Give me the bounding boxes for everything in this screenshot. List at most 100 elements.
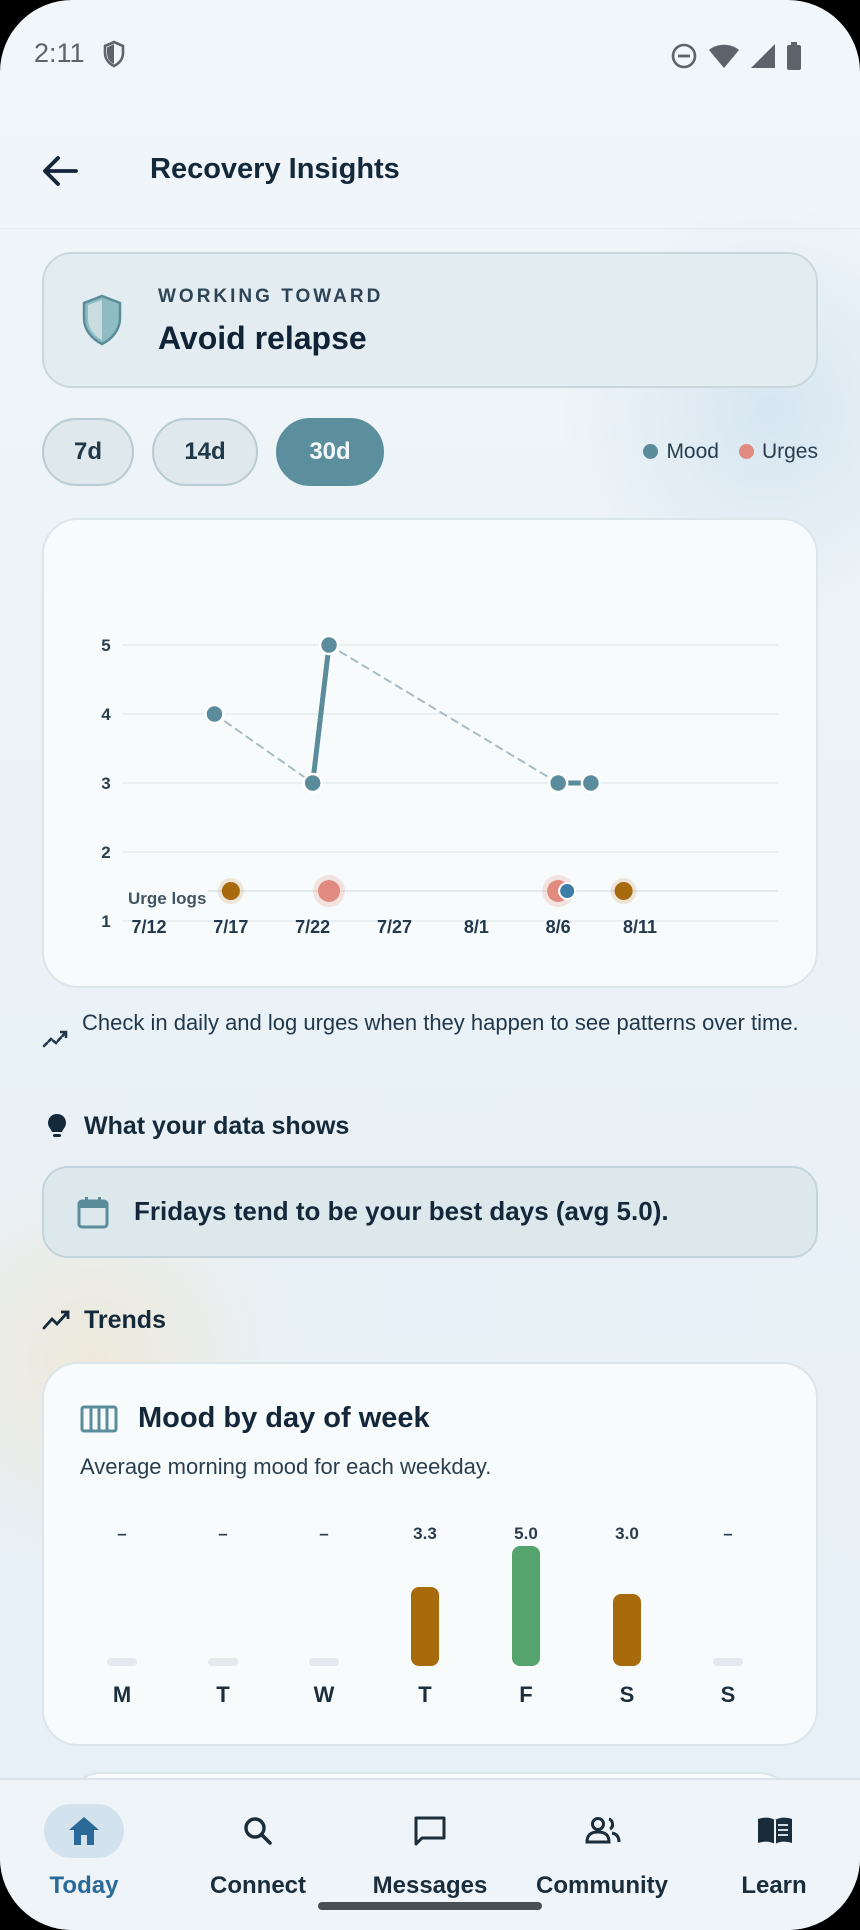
- weekday-label: M: [112, 1682, 132, 1707]
- mood-line-segment: [213, 713, 314, 784]
- trends-section-title: Trends: [84, 1306, 166, 1334]
- urge-point: [221, 882, 240, 900]
- x-tick-label: 7/27: [377, 917, 412, 937]
- weekday-value-label: –: [319, 1524, 329, 1543]
- urge-dot-icon: [738, 444, 754, 459]
- weekday-label: T: [418, 1682, 432, 1707]
- weekday-bar-empty: [713, 1658, 743, 1666]
- weekday-bar: [411, 1586, 439, 1666]
- data-section-title: What your data shows: [84, 1112, 350, 1140]
- weekday-label: T: [216, 1682, 230, 1707]
- mood-point: [302, 772, 323, 794]
- legend-mood: Mood: [643, 440, 719, 464]
- weekday-label: F: [519, 1682, 533, 1707]
- weekday-column: – S: [678, 1514, 778, 1724]
- x-tick-label: 8/1: [464, 917, 489, 937]
- search-icon: [244, 1817, 272, 1845]
- wifi-icon: [709, 44, 739, 68]
- weekday-bar-empty: [309, 1658, 339, 1666]
- nav-community-label: Community: [536, 1872, 668, 1899]
- nav-messages-label: Messages: [372, 1872, 488, 1899]
- y-tick-label: 3: [101, 774, 110, 793]
- battery-icon: [787, 42, 801, 70]
- x-tick-label: 7/12: [131, 917, 166, 937]
- status-icons: [670, 42, 802, 70]
- urge-row-label: Urge logs: [128, 889, 206, 908]
- weekday-column: 3.3 T: [375, 1514, 475, 1724]
- dnd-icon: [671, 43, 697, 69]
- message-icon: [414, 1816, 446, 1846]
- nav-learn-label: Learn: [741, 1872, 807, 1899]
- legend-urges-label: Urges: [761, 440, 818, 463]
- weekday-bar: [512, 1546, 540, 1666]
- weekday-value-label: 3.0: [615, 1524, 639, 1543]
- mood-point: [580, 772, 602, 794]
- book-icon: [758, 1817, 792, 1844]
- home-icon: [69, 1817, 99, 1845]
- trending-up-icon: [42, 1030, 68, 1048]
- status-time: 2:11: [34, 38, 85, 68]
- weekday-card-subtitle: Average morning mood for each weekday.: [80, 1454, 492, 1479]
- mood-urge-chart: 1 2 3 4 5 Urge logs 7/12 7/17 7/22 7/27 8/1 8/6 8/11: [101, 634, 778, 937]
- lightbulb-icon: [48, 1114, 66, 1137]
- weekday-value-label: 5.0: [514, 1524, 538, 1543]
- mood-by-weekday-card: Mood by day of week Average morning mood…: [42, 1362, 818, 1746]
- weekday-value-label: –: [117, 1524, 127, 1543]
- weekday-column: – W: [274, 1514, 374, 1724]
- weekday-value-label: –: [723, 1524, 733, 1543]
- mood-urge-chart-card: 1 2 3 4 5 Urge logs 7/12 7/17 7/22 7/27 8/1 8/6 8/11: [42, 518, 818, 988]
- page-title: Recovery Insights: [150, 153, 400, 185]
- phone-screen: 2:11 Recovery Insights WORKING TOWARD Av…: [0, 0, 860, 1930]
- legend-urges: Urges: [738, 440, 818, 464]
- urge-point: [318, 880, 341, 902]
- mood-point: [547, 772, 569, 794]
- status-bar: 2:11: [0, 30, 860, 80]
- weekday-bar-empty: [107, 1658, 137, 1666]
- range-14d-button[interactable]: 14d: [152, 418, 258, 486]
- goal-text: Avoid relapse: [158, 320, 367, 356]
- nav-today-label: Today: [49, 1872, 119, 1899]
- calendar-icon: [77, 1197, 109, 1229]
- weekday-column: – M: [72, 1514, 172, 1724]
- mood-point: [204, 703, 225, 725]
- back-arrow-icon[interactable]: [38, 149, 82, 193]
- mood-point: [318, 634, 340, 656]
- people-icon: [585, 1817, 621, 1844]
- signal-icon: [751, 44, 775, 68]
- trending-up-icon: [42, 1310, 70, 1330]
- y-tick-label: 2: [101, 843, 110, 862]
- x-tick-label: 8/6: [546, 917, 571, 937]
- weekday-column: – T: [173, 1514, 273, 1724]
- weekday-card-title: Mood by day of week: [138, 1402, 430, 1434]
- urge-point: [614, 882, 633, 900]
- weekday-value-label: –: [218, 1524, 228, 1543]
- gesture-home-bar[interactable]: [318, 1902, 542, 1910]
- x-tick-label: 7/17: [213, 917, 248, 937]
- goal-card: WORKING TOWARD Avoid relapse: [42, 252, 818, 388]
- insight-text: Fridays tend to be your best days (avg 5…: [134, 1196, 669, 1226]
- mood-marker-on-urge-row: [558, 882, 577, 900]
- nav-connect-label: Connect: [210, 1872, 306, 1899]
- y-tick-label: 5: [101, 636, 110, 655]
- legend-mood-label: Mood: [666, 440, 719, 463]
- range-7d-button[interactable]: 7d: [42, 418, 134, 486]
- weekday-label: S: [720, 1682, 736, 1707]
- weekday-value-label: 3.3: [413, 1524, 437, 1543]
- view-week-icon: [80, 1405, 118, 1433]
- shield-icon: [82, 294, 122, 346]
- insight-card: Fridays tend to be your best days (avg 5…: [42, 1166, 818, 1258]
- x-tick-label: 8/11: [623, 917, 657, 937]
- chart-legend: Mood Urges: [643, 440, 818, 464]
- weekday-label: S: [619, 1682, 635, 1707]
- shield-status-icon: [103, 40, 125, 68]
- hint-text: Check in daily and log urges when they h…: [82, 1010, 799, 1035]
- app-header: Recovery Insights: [0, 135, 860, 215]
- y-tick-label: 4: [101, 705, 111, 724]
- mood-dot-icon: [643, 444, 659, 459]
- x-tick-label: 7/22: [295, 917, 330, 937]
- range-30d-button[interactable]: 30d: [276, 418, 384, 486]
- header-divider: [0, 228, 860, 229]
- weekday-column: 3.0 S: [577, 1514, 677, 1724]
- goal-kicker: WORKING TOWARD: [158, 286, 384, 307]
- weekday-column: 5.0 F: [476, 1514, 576, 1724]
